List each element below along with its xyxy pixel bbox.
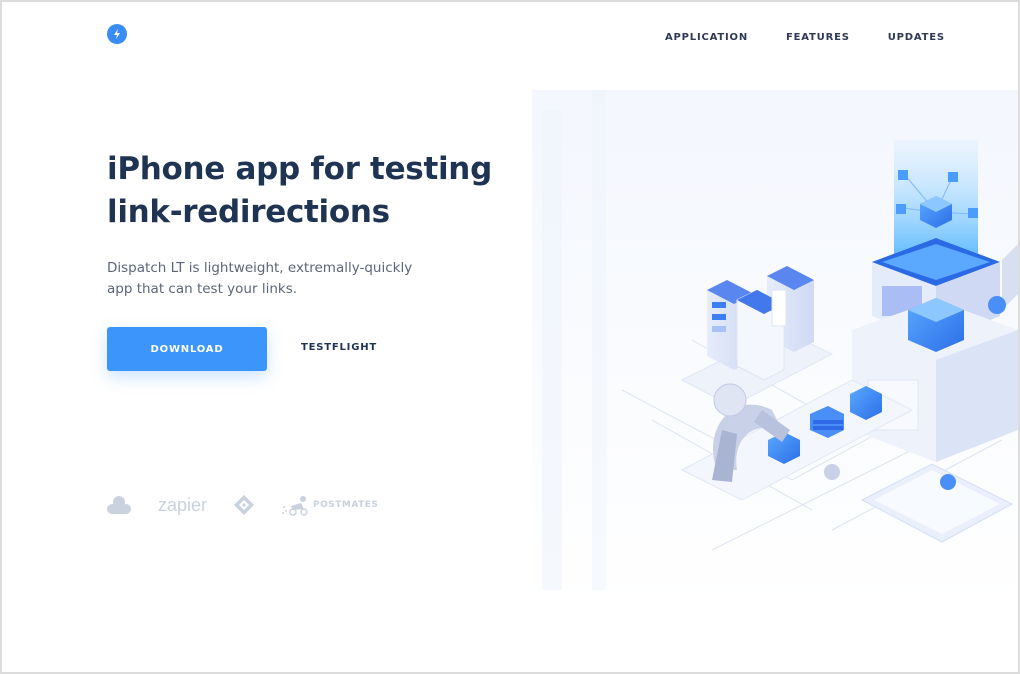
postmates-logo: POSTMATES: [313, 500, 379, 510]
isometric-illustration: [532, 90, 1018, 610]
hero-title-line-2: link-redirections: [107, 194, 390, 230]
nav-features[interactable]: FEATURES: [786, 32, 850, 43]
hero-subtitle: Dispatch LT is lightweight, extremally-q…: [107, 258, 437, 300]
partner-diamond: [233, 494, 255, 516]
partner-logos: zapier POSTMATES: [106, 494, 378, 516]
cloud-logo-icon: [107, 496, 131, 514]
partner-cloud: [106, 494, 132, 516]
lightning-bolt-icon: [114, 29, 120, 39]
diamond-logo-icon: [234, 495, 255, 515]
nav-updates[interactable]: UPDATES: [888, 32, 945, 43]
scooter-logo-icon: [282, 496, 308, 516]
partner-postmates: POSTMATES: [281, 494, 378, 516]
top-nav: APPLICATION FEATURES UPDATES: [665, 32, 945, 43]
hero-title-line-1: iPhone app for testing: [107, 151, 492, 187]
logo[interactable]: [107, 24, 127, 44]
partner-zapier: zapier: [158, 495, 207, 516]
hero-title: iPhone app for testing link-redirections: [107, 148, 507, 234]
download-button[interactable]: DOWNLOAD: [107, 327, 267, 371]
testflight-button[interactable]: TESTFLIGHT: [301, 342, 377, 353]
nav-application[interactable]: APPLICATION: [665, 32, 748, 43]
hero-subtitle-line-2: app that can test your links.: [107, 281, 298, 297]
page-frame: APPLICATION FEATURES UPDATES iPhone app …: [0, 0, 1020, 674]
hero-subtitle-line-1: Dispatch LT is lightweight, extremally-q…: [107, 260, 413, 276]
zapier-logo: zapier: [158, 494, 208, 515]
